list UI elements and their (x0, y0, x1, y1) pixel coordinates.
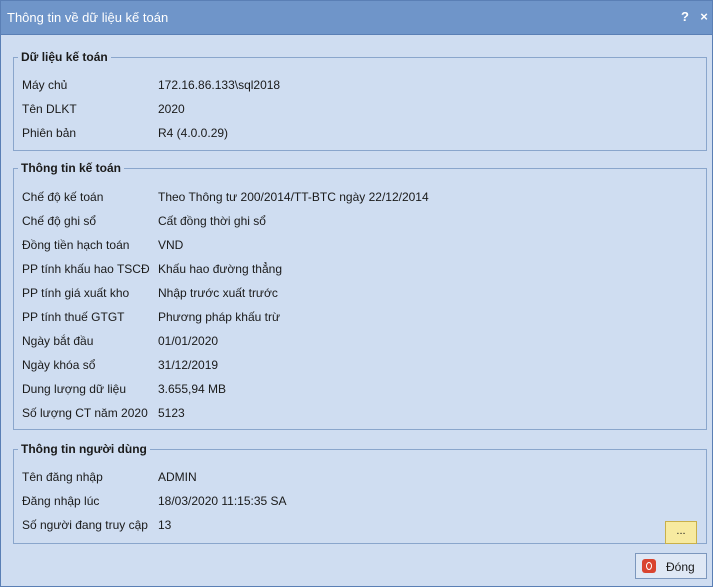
lock-date-label: Ngày khóa sổ (22, 358, 96, 372)
active-users-label: Số người đang truy cập (22, 518, 148, 532)
user-info-group: Thông tin người dùng Tên đăng nhập ADMIN… (13, 442, 707, 544)
help-button[interactable]: ? (678, 9, 692, 24)
currency-value: VND (158, 238, 184, 252)
active-users-value: 13 (158, 518, 172, 532)
accounting-info-title: Thông tin kế toán (18, 161, 124, 175)
login-time-value: 18/03/2020 11:15:35 SA (158, 494, 287, 508)
accounting-info-group: Thông tin kế toán Chế độ kế toán Theo Th… (13, 161, 707, 430)
dialog-window: Thông tin về dữ liệu kế toán ? × Dữ liệu… (0, 0, 713, 587)
depreciation-method-label: PP tính khấu hao TSCĐ (22, 262, 150, 276)
inventory-costing-value: Nhập trước xuất trước (158, 286, 278, 300)
vat-method-label: PP tính thuế GTGT (22, 310, 125, 324)
username-label: Tên đăng nhập (22, 470, 103, 484)
version-label: Phiên bản (22, 126, 77, 140)
data-size-label: Dung lượng dữ liệu (22, 382, 126, 396)
user-info-title: Thông tin người dùng (18, 442, 150, 456)
voucher-count-value: 5123 (158, 406, 185, 420)
depreciation-method-value: Khấu hao đường thẳng (158, 262, 283, 276)
accounting-data-title: Dữ liệu kế toán (18, 50, 111, 64)
view-active-users-button[interactable]: ... (665, 521, 697, 544)
power-icon (642, 559, 656, 573)
dlkt-name-value: 2020 (158, 102, 185, 116)
posting-mode-value: Cất đồng thời ghi sổ (158, 214, 266, 228)
username-value: ADMIN (158, 470, 197, 484)
accounting-regime-label: Chế độ kế toán (22, 190, 104, 204)
accounting-regime-value: Theo Thông tư 200/2014/TT-BTC ngày 22/12… (158, 190, 429, 204)
dlkt-name-label: Tên DLKT (22, 102, 77, 116)
start-date-label: Ngày bắt đầu (22, 334, 94, 348)
currency-label: Đồng tiền hạch toán (22, 238, 130, 252)
posting-mode-label: Chế độ ghi sổ (22, 214, 97, 228)
vat-method-value: Phương pháp khấu trừ (158, 310, 281, 324)
dialog-title: Thông tin về dữ liệu kế toán (7, 10, 169, 25)
version-value: R4 (4.0.0.29) (158, 126, 229, 140)
close-window-button[interactable]: × (697, 9, 711, 24)
inventory-costing-label: PP tính giá xuất kho (22, 286, 130, 300)
voucher-count-label: Số lượng CT năm 2020 (22, 406, 148, 420)
lock-date-value: 31/12/2019 (158, 358, 219, 372)
data-size-value: 3.655,94 MB (158, 382, 227, 396)
server-value: 172.16.86.133\sql2018 (158, 78, 281, 92)
server-label: Máy chủ (22, 78, 68, 92)
accounting-data-group: Dữ liệu kế toán Máy chủ 172.16.86.133\sq… (13, 50, 707, 151)
close-button-label: Đóng (666, 560, 695, 574)
start-date-value: 01/01/2020 (158, 334, 219, 348)
login-time-label: Đăng nhập lúc (22, 494, 100, 508)
close-button[interactable]: Đóng (635, 553, 707, 579)
title-bar: Thông tin về dữ liệu kế toán ? × (1, 1, 712, 35)
